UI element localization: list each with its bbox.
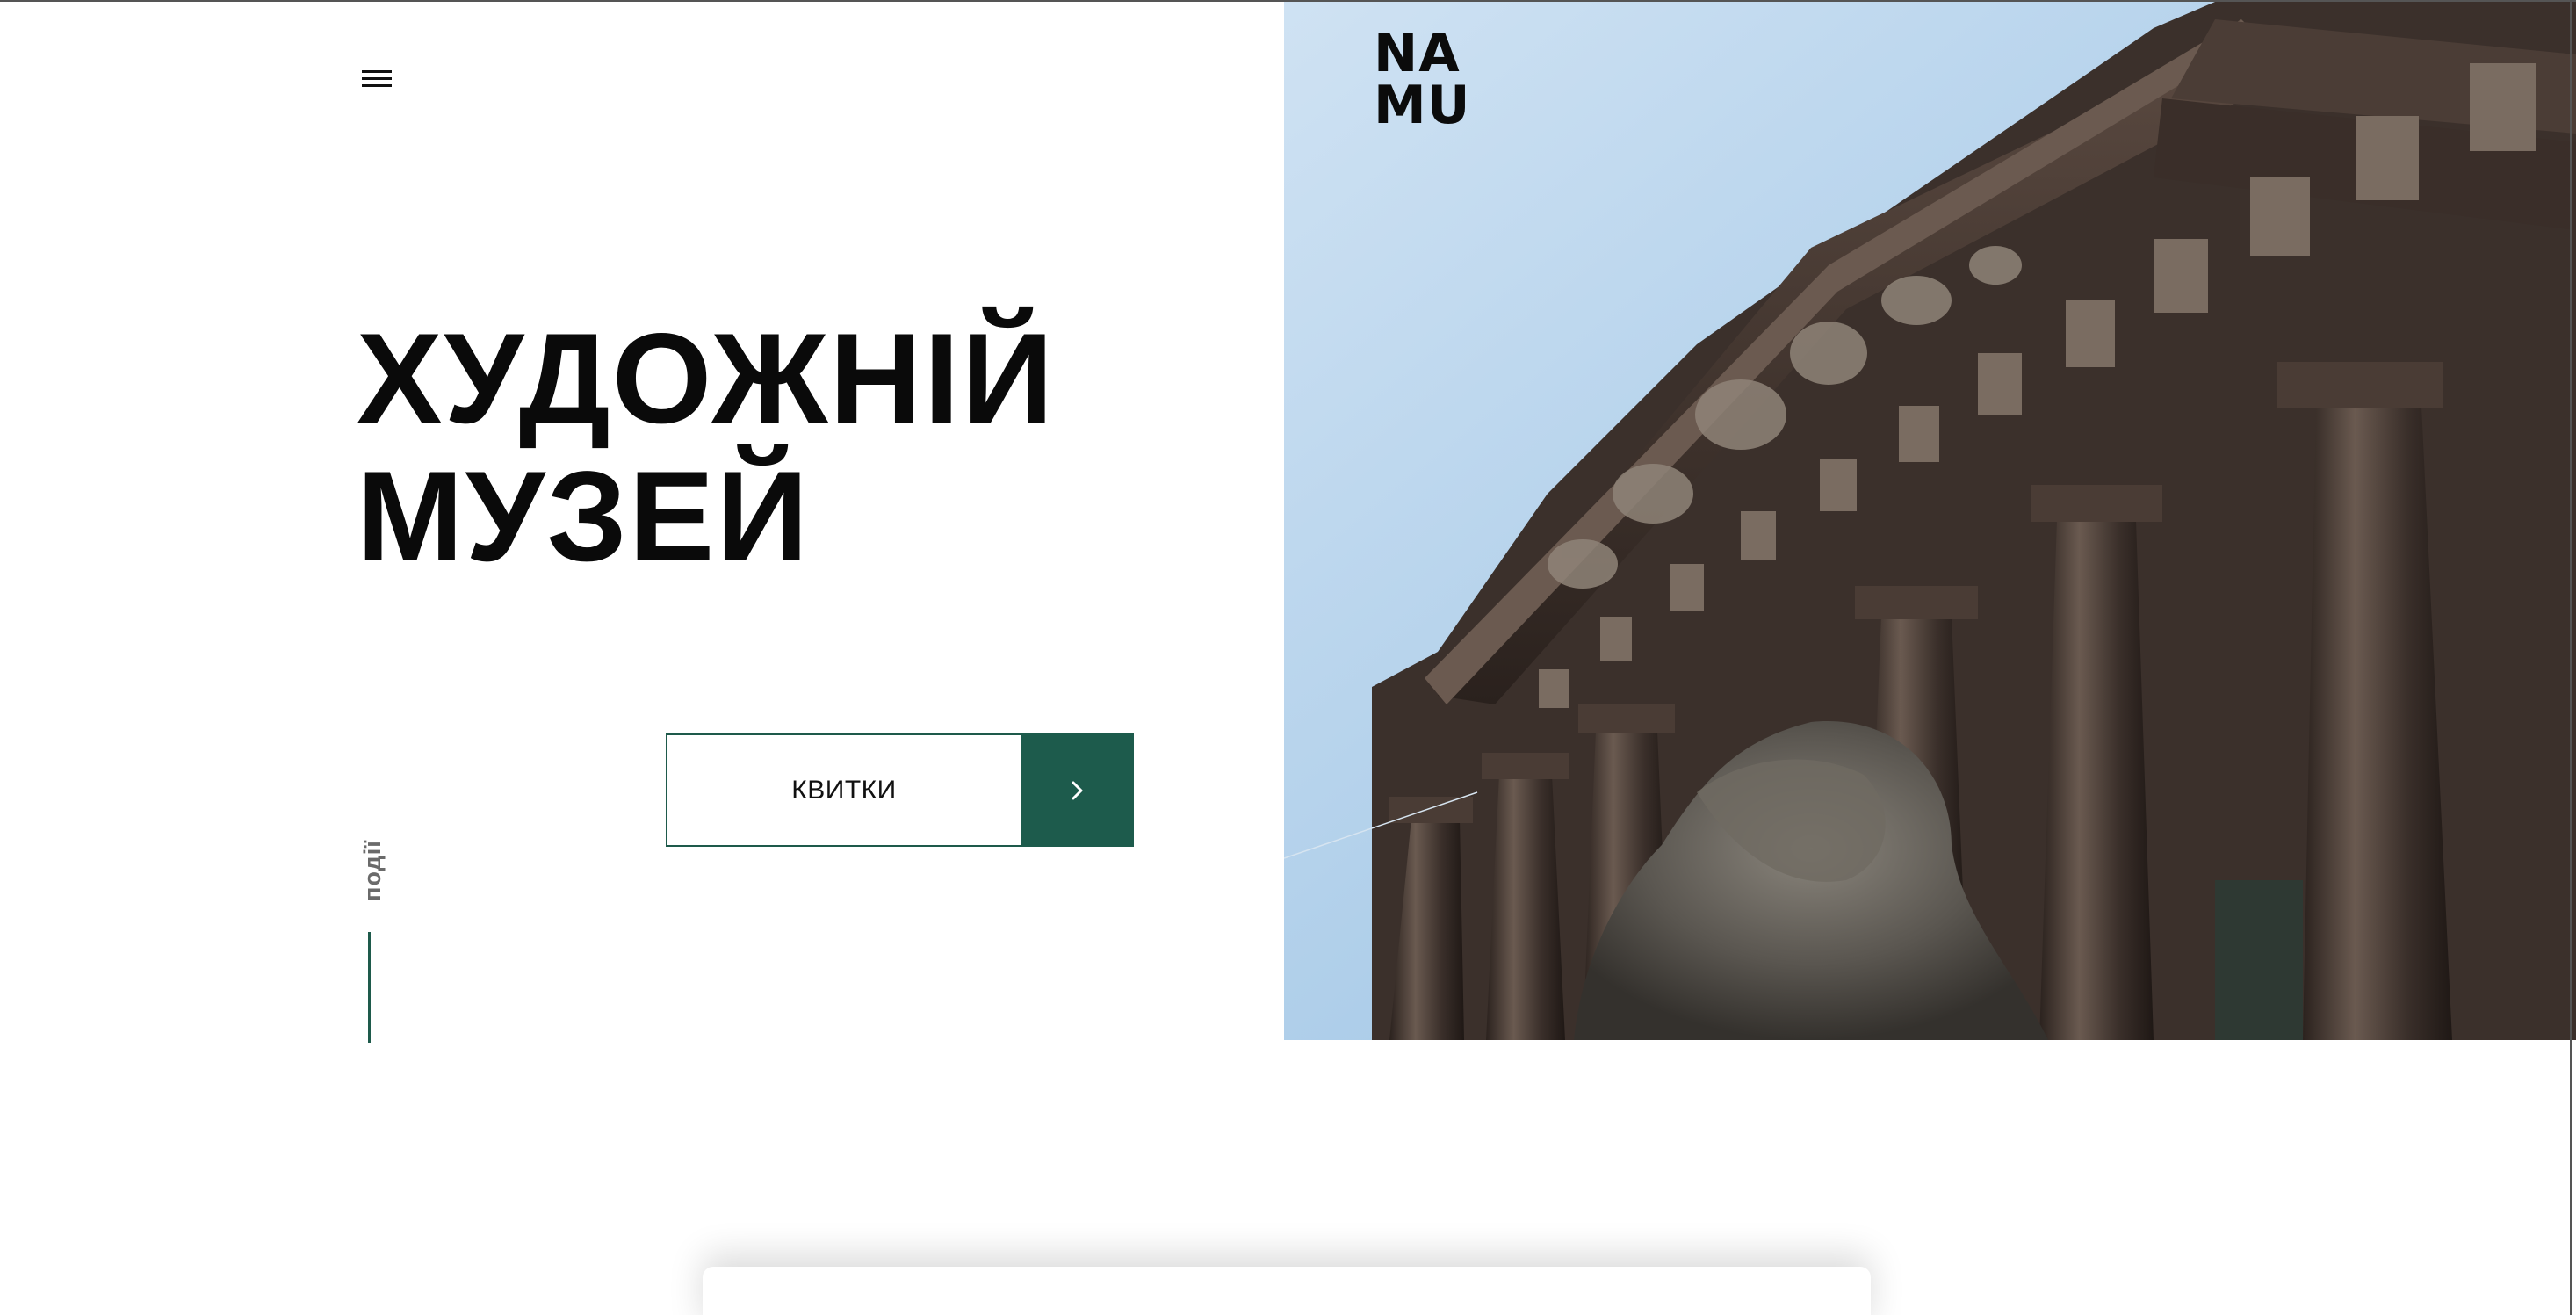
hamburger-icon-bar — [362, 70, 392, 73]
hamburger-icon-bar — [362, 84, 392, 87]
window-edge — [2570, 2, 2572, 1315]
tickets-button[interactable]: КВИТКИ — [666, 733, 1134, 847]
page-title-line-1: ХУДОЖНІЙ — [357, 307, 1056, 450]
events-link-label[interactable]: події — [353, 836, 392, 905]
hero-photo — [1284, 2, 2576, 1040]
museum-facade-image — [1284, 2, 2576, 1040]
logo-line-2: MU — [1374, 75, 1471, 136]
page-title: ХУДОЖНІЙ МУЗЕЙ — [357, 309, 1235, 585]
events-scroll-line — [368, 932, 371, 1043]
content-card-edge — [703, 1267, 1871, 1315]
logo-line-1: NA — [1374, 23, 1461, 84]
page-title-line-2: МУЗЕЙ — [357, 444, 811, 588]
tickets-arrow-button[interactable] — [1021, 733, 1134, 847]
page: ХУДОЖНІЙ МУЗЕЙ КВИТКИ події NA MU — [0, 0, 2576, 1315]
tickets-button-label[interactable]: КВИТКИ — [666, 733, 1021, 847]
hamburger-icon-bar — [362, 77, 392, 80]
site-logo[interactable]: NA MU — [1374, 23, 1471, 136]
menu-button[interactable] — [359, 65, 396, 91]
chevron-right-icon — [1072, 781, 1082, 799]
events-link[interactable]: події — [350, 836, 388, 905]
